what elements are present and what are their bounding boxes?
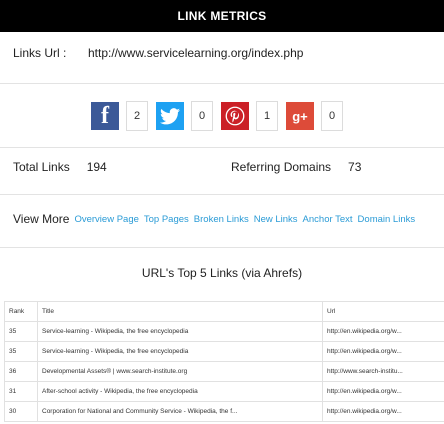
link-new-links[interactable]: New Links xyxy=(254,214,298,225)
title-cell: Corporation for National and Community S… xyxy=(37,401,323,422)
table-row: 30 Corporation for National and Communit… xyxy=(4,401,444,422)
links-url-value: http://www.servicelearning.org/index.php xyxy=(88,46,304,60)
pinterest-count: 1 xyxy=(256,101,278,131)
url-cell[interactable]: http://en.wikipedia.org/w... xyxy=(322,401,444,422)
rank-cell: 35 xyxy=(4,341,38,362)
pinterest-icon[interactable] xyxy=(221,102,249,130)
url-cell[interactable]: http://en.wikipedia.org/w... xyxy=(322,321,444,342)
google-plus-count: 0 xyxy=(321,101,343,131)
divider xyxy=(0,147,444,148)
link-top-pages[interactable]: Top Pages xyxy=(144,214,189,225)
link-anchor-text[interactable]: Anchor Text xyxy=(303,214,353,225)
rank-cell: 35 xyxy=(4,321,38,342)
url-cell[interactable]: http://www.search-institu... xyxy=(322,361,444,382)
url-cell[interactable]: http://en.wikipedia.org/w... xyxy=(322,341,444,362)
divider xyxy=(0,247,444,248)
column-header-url: Url xyxy=(322,301,444,322)
links-url-label: Links Url : xyxy=(13,46,67,60)
total-links-label: Total Links xyxy=(13,160,70,174)
total-links-value: 194 xyxy=(86,160,107,174)
url-cell[interactable]: http://en.wikipedia.org/w... xyxy=(322,381,444,402)
link-broken-links[interactable]: Broken Links xyxy=(194,214,249,225)
referring-domains-value: 73 xyxy=(348,160,362,174)
header-title: LINK METRICS xyxy=(0,0,444,32)
link-domain-links[interactable]: Domain Links xyxy=(358,214,416,225)
links-url-row: Links Url : http://www.servicelearning.o… xyxy=(13,44,303,62)
totals-row: Total Links 194 Referring Domains 73 xyxy=(13,160,433,178)
link-overview-page[interactable]: Overview Page xyxy=(74,214,138,225)
social-share-row: f 2 0 1 g+ 0 xyxy=(91,100,351,132)
column-header-title: Title xyxy=(37,301,323,322)
total-links: Total Links 194 xyxy=(13,160,107,174)
google-plus-icon[interactable]: g+ xyxy=(286,102,314,130)
rank-cell: 36 xyxy=(4,361,38,382)
rank-cell: 31 xyxy=(4,381,38,402)
divider xyxy=(0,83,444,84)
title-cell: Service-learning - Wikipedia, the free e… xyxy=(37,321,323,342)
top-links-title: URL's Top 5 Links (via Ahrefs) xyxy=(141,266,303,280)
table-row: 35 Service-learning - Wikipedia, the fre… xyxy=(4,321,444,342)
table-header-row: Rank Title Url xyxy=(4,301,444,322)
referring-domains-label: Referring Domains xyxy=(231,160,332,174)
twitter-icon[interactable] xyxy=(156,102,184,130)
facebook-icon[interactable]: f xyxy=(91,102,119,130)
table-row: 35 Service-learning - Wikipedia, the fre… xyxy=(4,341,444,362)
table-row: 36 Developmental Assets® | www.search-in… xyxy=(4,361,444,382)
referring-domains: Referring Domains 73 xyxy=(231,160,361,174)
table-row: 31 After-school activity - Wikipedia, th… xyxy=(4,381,444,402)
column-header-rank: Rank xyxy=(4,301,38,322)
twitter-count: 0 xyxy=(191,101,213,131)
facebook-count: 2 xyxy=(126,101,148,131)
divider xyxy=(0,194,444,195)
title-cell: Service-learning - Wikipedia, the free e… xyxy=(37,341,323,362)
rank-cell: 30 xyxy=(4,401,38,422)
title-cell: Developmental Assets® | www.search-insti… xyxy=(37,361,323,382)
title-cell: After-school activity - Wikipedia, the f… xyxy=(37,381,323,402)
view-more-row: View More Overview Page Top Pages Broken… xyxy=(13,210,420,228)
view-more-label: View More xyxy=(13,212,70,226)
top-links-table: Rank Title Url 35 Service-learning - Wik… xyxy=(4,301,444,422)
